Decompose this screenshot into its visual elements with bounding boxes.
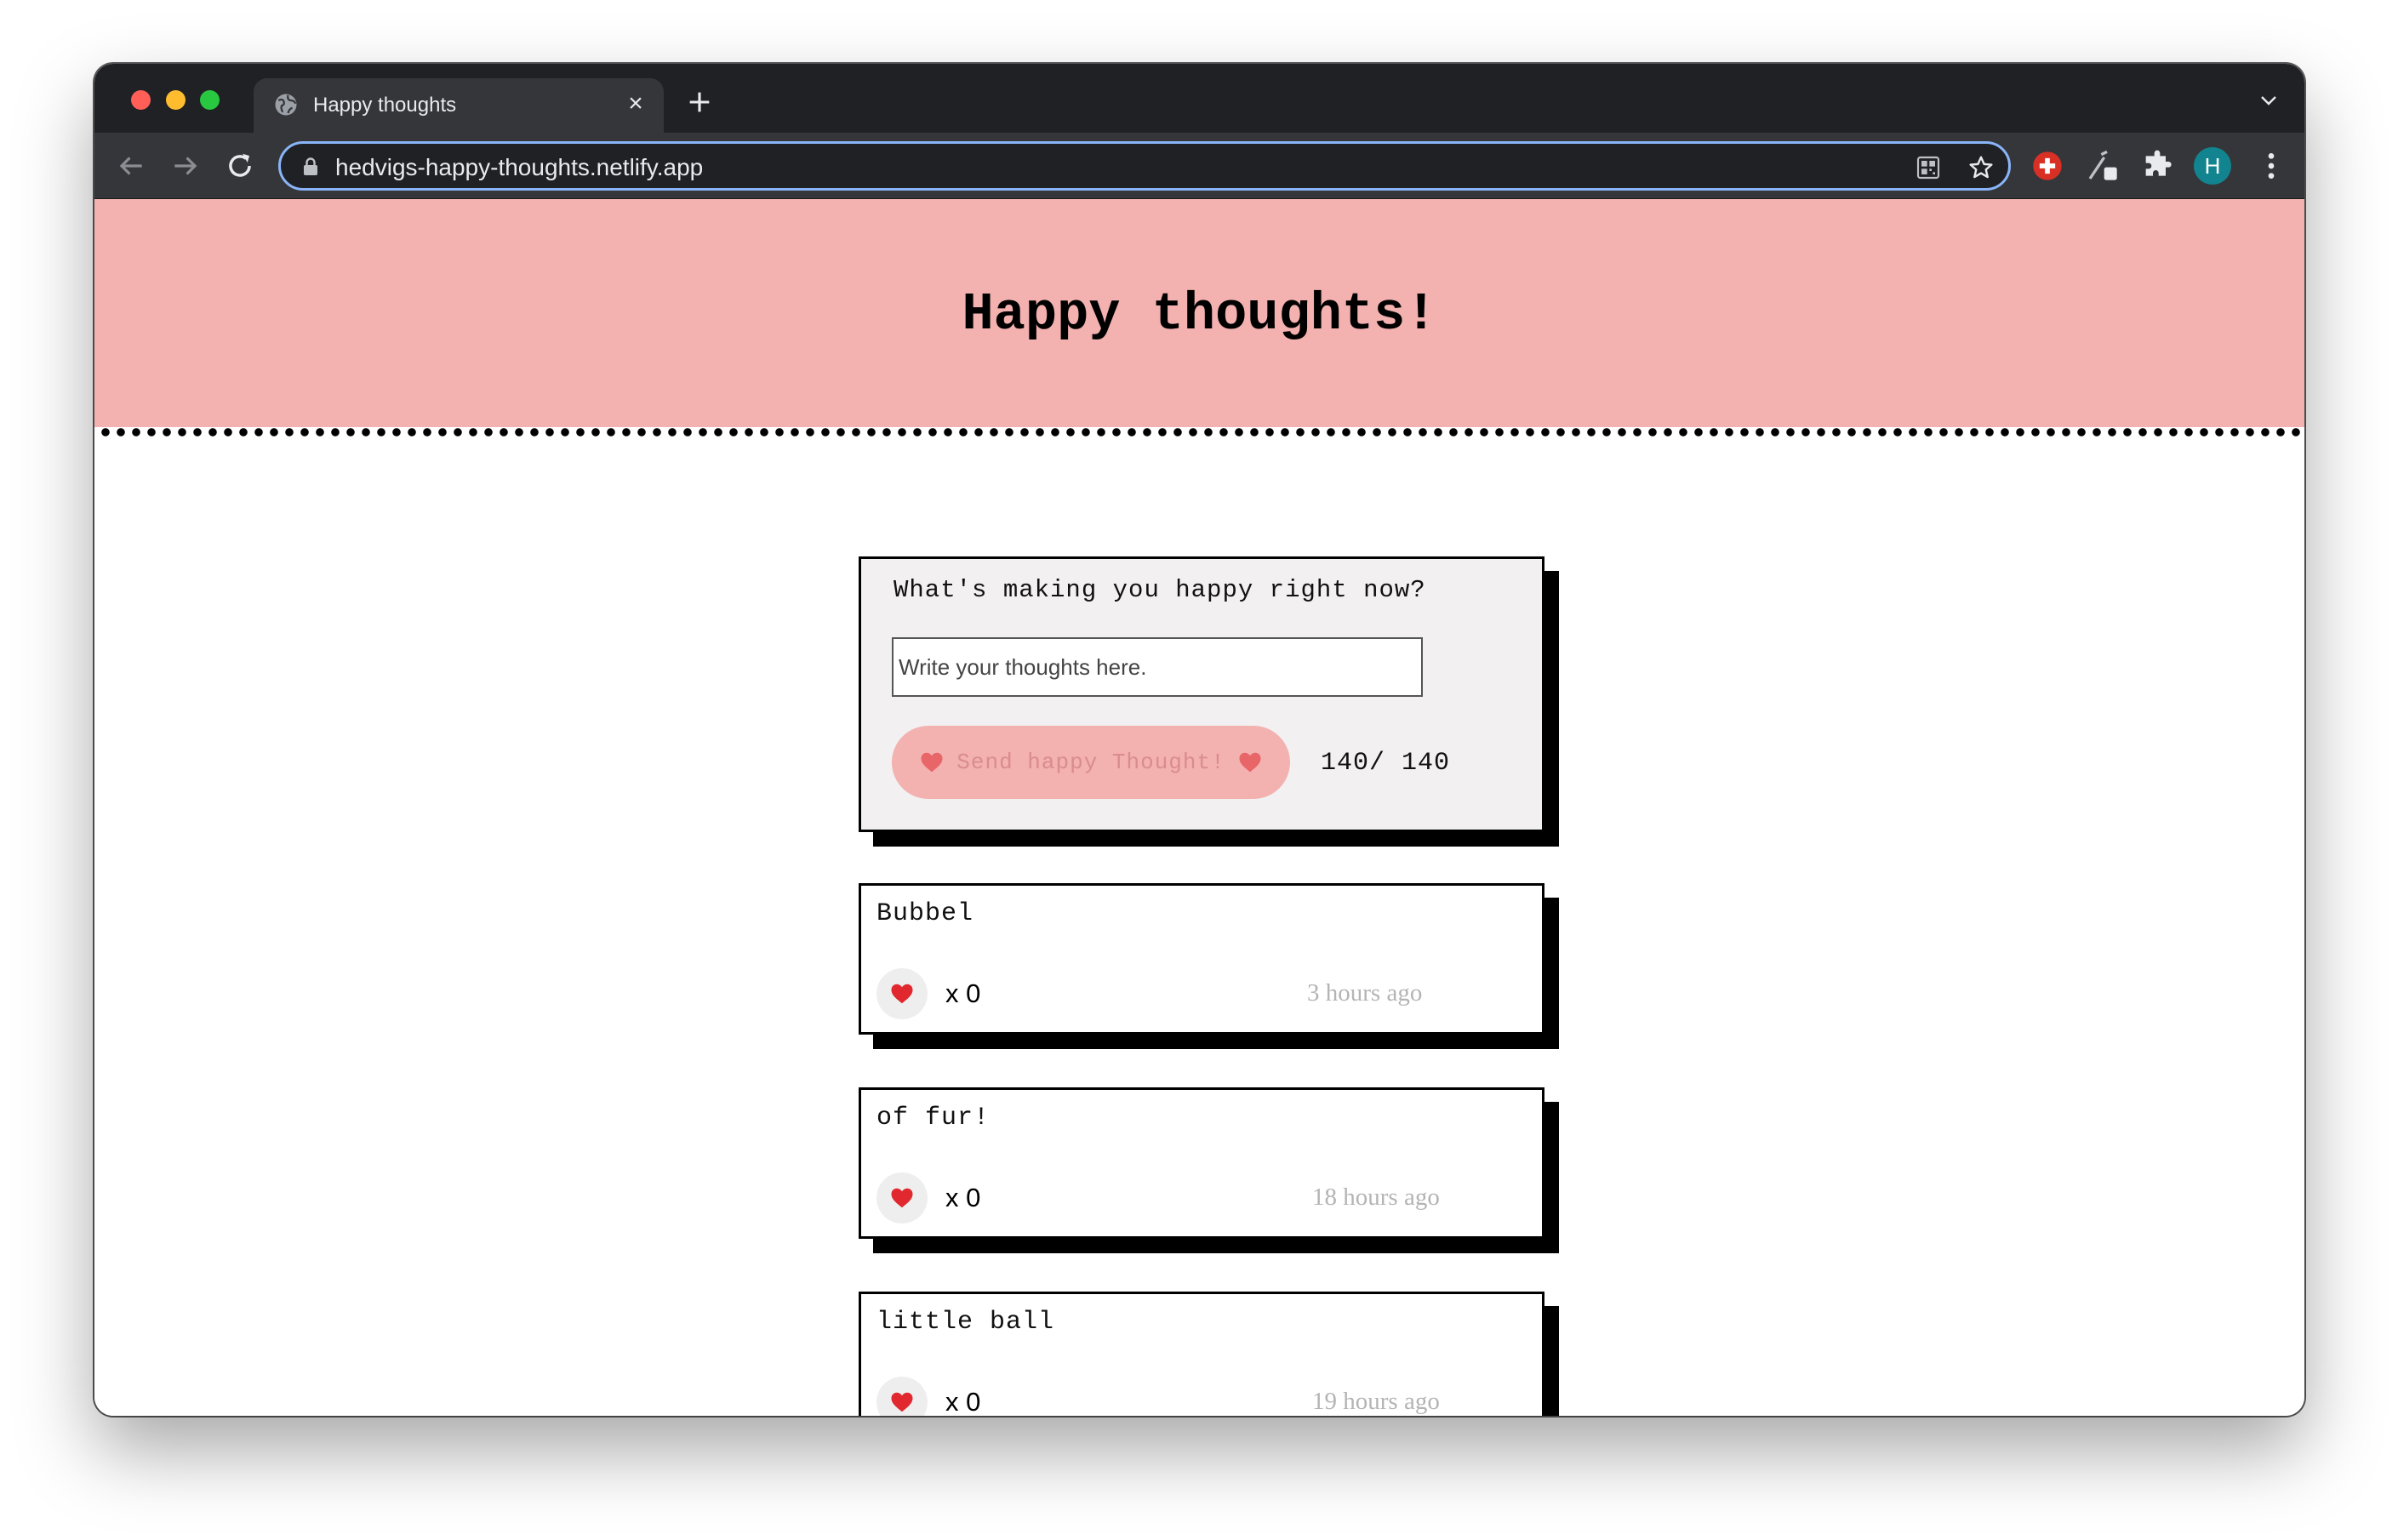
heart-icon	[1239, 752, 1261, 773]
site-header: Happy thoughts!	[94, 199, 2304, 427]
browser-window: Happy thoughts × hedvigs-happy-thoughts.…	[94, 64, 2304, 1416]
like-button[interactable]	[876, 1377, 928, 1416]
heart-icon	[891, 1392, 913, 1412]
thought-message: little ball	[876, 1308, 1055, 1337]
like-count: x 0	[945, 1387, 981, 1416]
lock-icon[interactable]	[301, 157, 320, 177]
tab-title: Happy thoughts	[313, 94, 457, 117]
qr-code-icon[interactable]	[1915, 154, 1942, 181]
like-button[interactable]	[876, 1172, 928, 1223]
heart-icon	[891, 984, 913, 1004]
like-count: x 0	[945, 1183, 981, 1212]
address-bar[interactable]: hedvigs-happy-thoughts.netlify.app	[278, 141, 2011, 191]
thought-form: What's making you happy right now? Send …	[859, 556, 1544, 832]
tab-happy-thoughts[interactable]: Happy thoughts ×	[254, 78, 664, 133]
close-icon[interactable]: ×	[623, 91, 648, 117]
thought-message: Bubbel	[876, 899, 974, 928]
dotted-divider	[94, 427, 2304, 437]
form-prompt: What's making you happy right now?	[894, 576, 1426, 604]
send-button-label: Send happy Thought!	[956, 750, 1225, 775]
red-cross-extension-icon[interactable]	[2030, 149, 2064, 183]
globe-icon	[275, 94, 297, 116]
like-count: x 0	[945, 978, 981, 1008]
heart-icon	[921, 752, 943, 773]
more-vert-icon[interactable]	[2254, 149, 2288, 183]
heart-icon	[891, 1188, 913, 1208]
thought-card: Bubbel x 0 3 hours ago	[859, 883, 1544, 1035]
thought-timestamp: 18 hours ago	[1312, 1184, 1440, 1211]
character-counter: 140/ 140	[1321, 749, 1451, 778]
send-thought-button[interactable]: Send happy Thought!	[892, 726, 1290, 799]
maximize-window-button[interactable]	[200, 90, 220, 110]
forward-arrow-icon[interactable]	[169, 150, 202, 182]
profile-avatar[interactable]: H	[2194, 147, 2231, 185]
page-title: Happy thoughts!	[962, 284, 1437, 345]
reload-icon[interactable]	[224, 150, 256, 182]
puzzle-extension-icon[interactable]	[2140, 149, 2174, 183]
close-window-button[interactable]	[131, 90, 151, 110]
thought-input[interactable]	[892, 637, 1423, 697]
minimize-window-button[interactable]	[166, 90, 186, 110]
tab-strip: Happy thoughts ×	[94, 64, 2304, 133]
pen-extension-icon[interactable]	[2086, 149, 2120, 183]
chevron-down-icon[interactable]	[2258, 93, 2279, 108]
back-arrow-icon[interactable]	[115, 150, 147, 182]
plus-icon[interactable]	[685, 88, 714, 117]
thought-message: of fur!	[876, 1104, 991, 1132]
like-button[interactable]	[876, 968, 928, 1019]
thought-card: of fur! x 0 18 hours ago	[859, 1087, 1544, 1239]
star-icon[interactable]	[1967, 154, 1995, 181]
thought-timestamp: 19 hours ago	[1312, 1388, 1440, 1415]
thought-card: little ball x 0 19 hours ago	[859, 1292, 1544, 1416]
browser-toolbar: hedvigs-happy-thoughts.netlify.app H	[94, 133, 2304, 199]
url-text: hedvigs-happy-thoughts.netlify.app	[335, 154, 704, 180]
page-viewport: Happy thoughts! What's making you happy …	[94, 199, 2304, 1416]
thought-timestamp: 3 hours ago	[1307, 979, 1423, 1007]
